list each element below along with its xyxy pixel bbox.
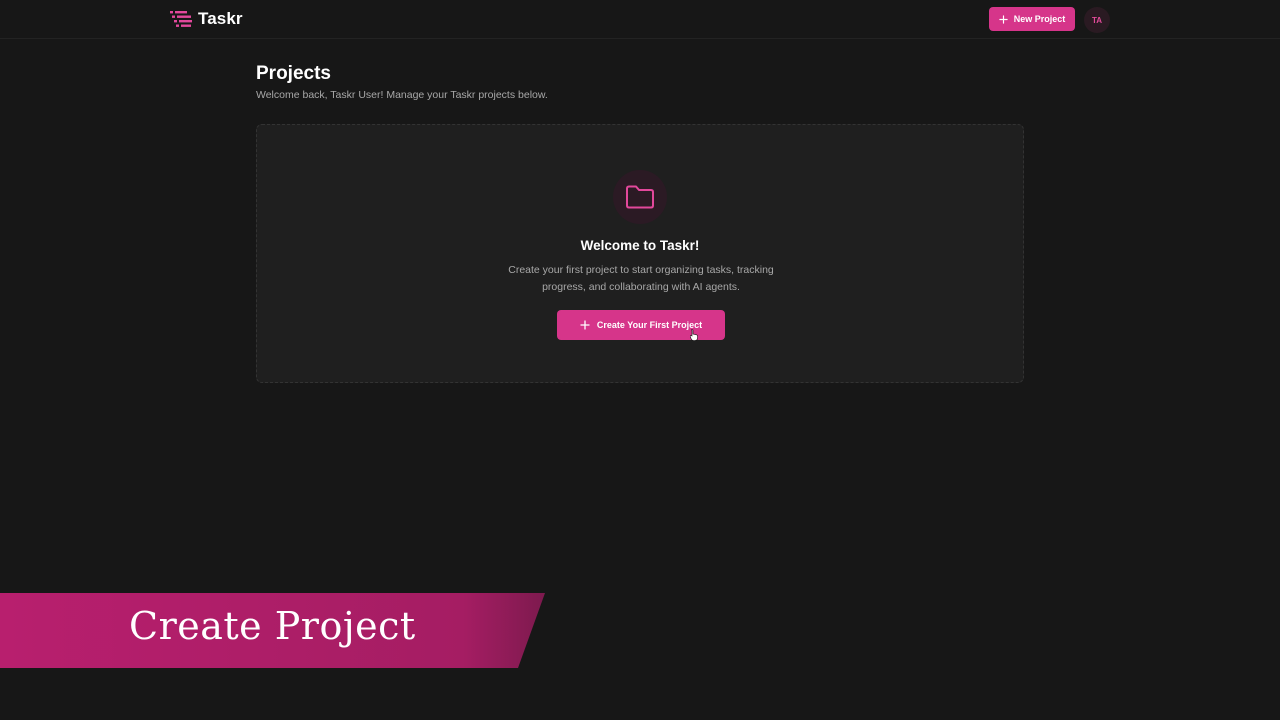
create-first-project-label: Create Your First Project xyxy=(596,320,703,330)
user-avatar[interactable]: TA xyxy=(1084,7,1110,33)
list-lines-icon xyxy=(170,11,192,27)
app-name: Taskr xyxy=(198,9,243,28)
empty-state-description: Create your first project to start organ… xyxy=(508,264,774,293)
caption-banner: Create Project xyxy=(0,593,545,668)
new-project-button-label: New Project xyxy=(1013,14,1066,24)
app-page: Taskr New Project TA Projects Welcome ba… xyxy=(0,0,1280,720)
plus-icon xyxy=(999,14,1008,24)
new-project-button[interactable]: New Project xyxy=(989,7,1075,31)
app-logo[interactable]: Taskr xyxy=(170,9,243,29)
page-title: Projects xyxy=(256,63,331,84)
create-first-project-button[interactable]: Create Your First Project xyxy=(557,310,725,340)
folder-icon-badge xyxy=(613,170,667,224)
page-subtitle: Welcome back, Taskr User! Manage your Ta… xyxy=(256,89,548,101)
caption-text: Create Project xyxy=(129,604,416,648)
folder-icon xyxy=(626,185,654,209)
plus-icon xyxy=(580,320,590,330)
empty-state-title: Welcome to Taskr! xyxy=(580,238,700,253)
empty-state-card: Welcome to Taskr! Create your first proj… xyxy=(256,124,1024,383)
pointer-cursor-icon xyxy=(690,329,698,341)
top-navbar: Taskr New Project TA xyxy=(0,0,1280,39)
